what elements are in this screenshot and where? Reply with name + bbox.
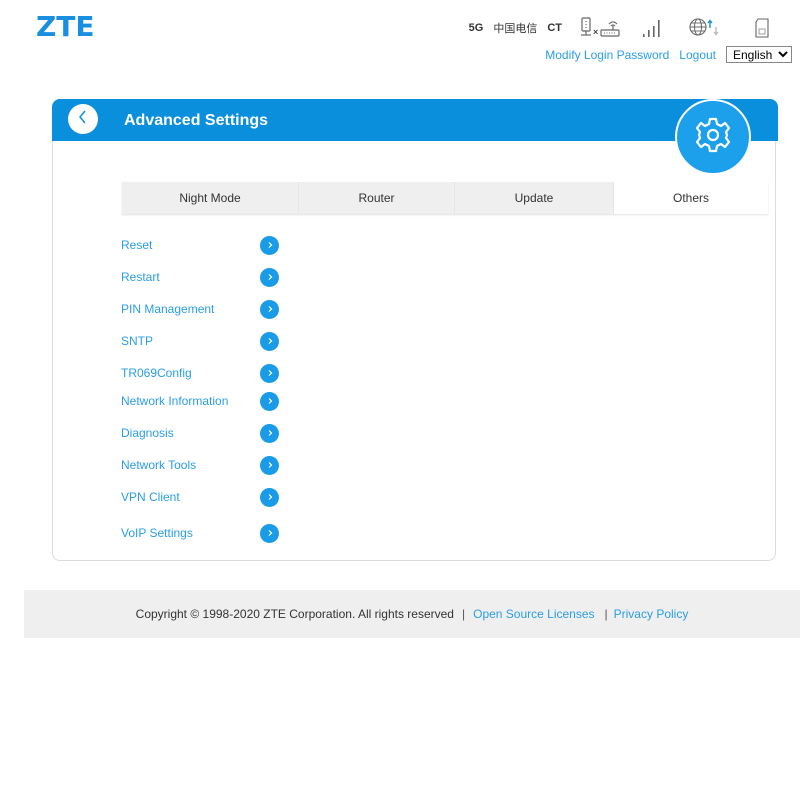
menu-item-label: Network Information: [121, 394, 229, 408]
menu-item-restart[interactable]: Restart: [121, 266, 279, 288]
menu-item-label: PIN Management: [121, 302, 215, 316]
chevron-right-icon: [260, 363, 279, 383]
chevron-right-icon: [260, 267, 279, 287]
menu-item-label: Restart: [121, 270, 160, 284]
chevron-right-icon: [260, 523, 279, 543]
menu-item-network-tools[interactable]: Network Tools: [121, 454, 279, 476]
menu-item-tr069config[interactable]: TR069Config: [121, 362, 279, 384]
logout-link[interactable]: Logout: [679, 48, 716, 62]
gear-icon: [693, 115, 733, 160]
svg-text:×: ×: [593, 27, 598, 37]
menu-item-label: Diagnosis: [121, 426, 174, 440]
tab-router[interactable]: Router: [299, 182, 455, 214]
menu-item-diagnosis[interactable]: Diagnosis: [121, 422, 279, 444]
menu-item-label: Network Tools: [121, 458, 197, 472]
menu-item-label: TR069Config: [121, 366, 192, 380]
menu-item-voip-settings[interactable]: VoIP Settings: [121, 522, 279, 544]
chevron-right-icon: [260, 331, 279, 351]
network-type: 5G: [468, 22, 484, 34]
footer-separator: |: [604, 607, 608, 621]
menu-item-vpn-client[interactable]: VPN Client: [121, 486, 279, 508]
menu-item-label: VPN Client: [121, 490, 180, 504]
tab-update[interactable]: Update: [455, 182, 614, 214]
chevron-right-icon: [260, 455, 279, 475]
language-select[interactable]: English: [726, 46, 792, 63]
settings-badge: [675, 99, 751, 175]
sim-card-icon: [754, 18, 770, 38]
zte-logo: ZTE: [36, 10, 95, 43]
open-source-licenses-link[interactable]: Open Source Licenses: [473, 607, 594, 621]
page-title: Advanced Settings: [124, 112, 269, 129]
menu-item-sntp[interactable]: SNTP: [121, 330, 279, 352]
tab-others[interactable]: Others: [614, 182, 768, 214]
chevron-right-icon: [260, 299, 279, 319]
chevron-right-icon: [260, 391, 279, 411]
menu-item-label: Reset: [121, 238, 153, 252]
chevron-left-icon: [77, 109, 89, 130]
menu-item-pin-management[interactable]: PIN Management: [121, 298, 279, 320]
menu-item-network-information[interactable]: Network Information: [121, 390, 279, 412]
chevron-right-icon: [260, 487, 279, 507]
settings-tabs: Night Mode Router Update Others: [122, 182, 768, 214]
carrier-short: CT: [547, 22, 562, 34]
chevron-right-icon: [260, 235, 279, 255]
status-bar: 5G 中国电信 CT ×: [469, 16, 778, 40]
signal-strength-icon: [642, 18, 664, 38]
router-disconnected-icon: ×: [580, 17, 622, 39]
advanced-settings-card: Advanced Settings Night Mode Router Upda…: [52, 99, 778, 561]
menu-item-label: VoIP Settings: [121, 526, 193, 540]
top-links: Modify Login Password Logout English: [545, 46, 792, 63]
tab-night-mode[interactable]: Night Mode: [122, 182, 299, 214]
back-button[interactable]: [68, 104, 98, 134]
footer: Copyright © 1998-2020 ZTE Corporation. A…: [24, 590, 800, 638]
menu-item-reset[interactable]: Reset: [121, 234, 279, 256]
footer-separator: |: [461, 607, 466, 621]
card-header: Advanced Settings: [52, 99, 778, 141]
privacy-policy-link[interactable]: Privacy Policy: [614, 607, 689, 621]
carrier-name: 中国电信: [493, 23, 538, 35]
modify-login-password-link[interactable]: Modify Login Password: [545, 48, 669, 62]
copyright-text: Copyright © 1998-2020 ZTE Corporation. A…: [135, 607, 454, 621]
chevron-right-icon: [260, 423, 279, 443]
menu-item-label: SNTP: [121, 334, 154, 348]
globe-data-transfer-icon: [688, 17, 722, 39]
